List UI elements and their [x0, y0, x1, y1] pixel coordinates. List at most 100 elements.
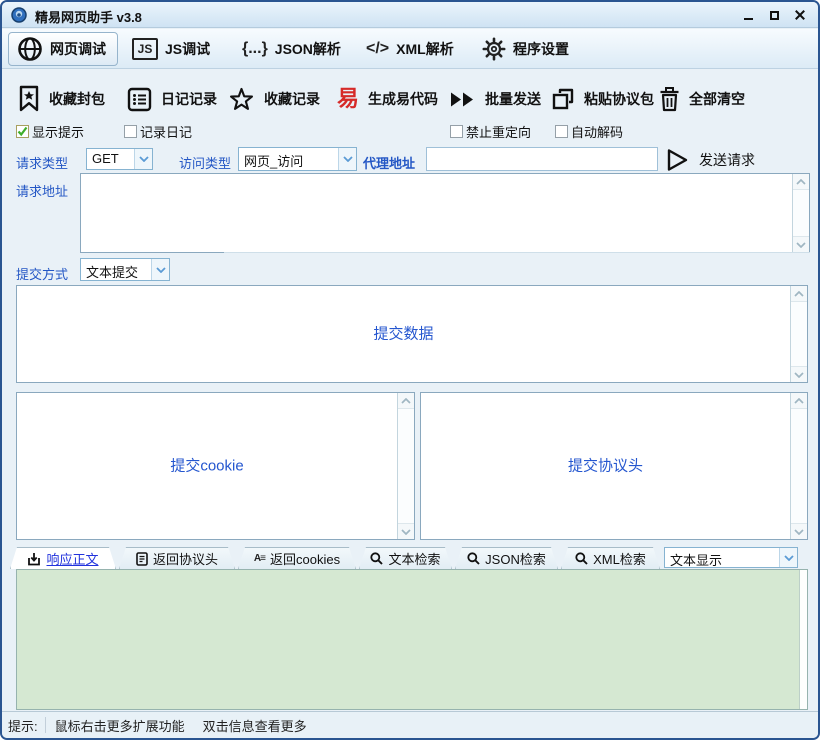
access-type-select[interactable]: 网页_访问	[238, 147, 357, 171]
xml-code-icon: </>	[366, 40, 389, 58]
result-tab-label: JSON检索	[485, 549, 546, 568]
search-icon	[370, 552, 383, 565]
scroll-down-icon[interactable]	[398, 523, 414, 539]
tab-label: 程序设置	[513, 39, 569, 59]
tab-xml-search[interactable]: XML检索	[561, 547, 660, 569]
chevron-down-icon	[151, 259, 169, 280]
scrollbar[interactable]	[790, 286, 807, 382]
chevron-down-icon	[338, 148, 356, 170]
display-mode-select[interactable]: 文本显示	[664, 547, 798, 568]
result-tab-label: XML检索	[593, 549, 646, 568]
tab-label: XML解析	[396, 39, 454, 59]
toolbar-label: 收藏封包	[49, 89, 105, 109]
statusbar: 提示: 鼠标右击更多扩展功能 双击信息查看更多	[2, 711, 818, 738]
tab-return-cookies[interactable]: A≡ 返回cookies	[238, 547, 356, 569]
submit-data-textarea[interactable]: 提交数据	[16, 285, 808, 383]
gear-icon	[482, 37, 506, 61]
submit-cookie-textarea[interactable]: 提交cookie	[16, 392, 415, 540]
favorite-record-button[interactable]: 收藏记录	[228, 82, 320, 116]
trash-icon	[659, 86, 680, 112]
status-divider	[45, 717, 46, 733]
maximize-icon[interactable]	[766, 9, 782, 22]
scrollbar[interactable]	[790, 393, 807, 539]
easy-language-icon: 易	[337, 88, 359, 110]
checkbox-unchecked-icon	[124, 125, 137, 138]
submit-cookie-watermark: 提交cookie	[17, 454, 397, 475]
star-icon	[228, 86, 255, 112]
tab-xml-parse[interactable]: </> XML解析	[358, 32, 462, 66]
request-type-select[interactable]: GET	[86, 148, 153, 170]
scroll-down-icon[interactable]	[793, 236, 809, 252]
scroll-down-icon[interactable]	[791, 523, 807, 539]
status-prefix: 提示:	[8, 716, 38, 735]
search-icon	[467, 552, 480, 565]
close-icon[interactable]	[792, 9, 808, 22]
request-type-value: GET	[87, 149, 134, 169]
scroll-up-icon[interactable]	[398, 393, 414, 409]
tab-label: JS调试	[165, 39, 210, 59]
app-logo-icon	[11, 7, 27, 23]
diary-record-button[interactable]: 日记记录	[127, 82, 217, 116]
scroll-up-icon[interactable]	[793, 174, 809, 190]
tab-js-debug[interactable]: JS JS调试	[124, 32, 218, 66]
paste-protocol-button[interactable]: 粘贴协议包	[551, 82, 654, 116]
send-request-button[interactable]: 发送请求	[666, 148, 755, 172]
toolbar-label: 全部清空	[689, 89, 745, 109]
toolbar-label: 日记记录	[161, 89, 217, 109]
clear-all-button[interactable]: 全部清空	[659, 82, 745, 116]
scrollbar[interactable]	[799, 570, 807, 709]
paste-icon	[551, 87, 575, 111]
tab-settings[interactable]: 程序设置	[474, 32, 577, 66]
bookmark-star-icon	[18, 85, 40, 113]
text-lines-icon: A≡	[254, 553, 265, 564]
chevron-down-icon	[779, 548, 797, 567]
scroll-down-icon[interactable]	[791, 366, 807, 382]
checkbox-unchecked-icon	[450, 125, 463, 138]
result-tab-label: 响应正文	[46, 549, 98, 568]
play-icon	[666, 148, 689, 172]
checkbox-disable-redirect[interactable]: 禁止重定向	[450, 123, 531, 140]
search-icon	[575, 552, 588, 565]
checkbox-auto-decode[interactable]: 自动解码	[555, 123, 623, 140]
generate-easy-code-button[interactable]: 易 生成易代码	[337, 82, 438, 116]
document-icon	[136, 552, 148, 566]
response-body-area[interactable]	[16, 569, 808, 710]
scrollbar[interactable]	[792, 174, 809, 252]
checkbox-label: 显示提示	[32, 122, 84, 141]
submit-header-textarea[interactable]: 提交协议头	[420, 392, 808, 540]
toolbar-label: 收藏记录	[264, 89, 320, 109]
scrollbar[interactable]	[397, 393, 414, 539]
send-request-label: 发送请求	[699, 150, 755, 170]
checkbox-label: 记录日记	[140, 122, 192, 141]
status-hint-1: 鼠标右击更多扩展功能	[55, 716, 185, 735]
tab-web-debug[interactable]: 网页调试	[8, 32, 118, 66]
request-type-label: 请求类型	[16, 153, 68, 172]
minimize-icon[interactable]	[740, 9, 756, 22]
scroll-up-icon[interactable]	[791, 393, 807, 409]
request-address-textarea[interactable]	[80, 173, 810, 253]
nav-tabbar: 网页调试 JS JS调试 {...} JSON解析 </> XML解析	[2, 29, 818, 69]
scroll-up-icon[interactable]	[791, 286, 807, 302]
tab-json-parse[interactable]: {...} JSON解析	[234, 32, 349, 66]
checkbox-label: 禁止重定向	[466, 122, 531, 141]
list-icon	[127, 87, 152, 112]
submit-method-value: 文本提交	[81, 259, 151, 280]
proxy-address-input[interactable]	[426, 147, 658, 171]
submit-method-label: 提交方式	[16, 264, 68, 283]
js-icon: JS	[132, 38, 158, 60]
tab-response-body[interactable]: 响应正文	[10, 547, 116, 569]
batch-send-button[interactable]: 批量发送	[450, 82, 541, 116]
access-type-label: 访问类型	[179, 153, 231, 172]
tab-return-headers[interactable]: 返回协议头	[119, 547, 235, 569]
tab-text-search[interactable]: 文本检索	[359, 547, 452, 569]
favorite-packet-button[interactable]: 收藏封包	[18, 82, 105, 116]
toolbar-label: 生成易代码	[368, 89, 438, 109]
checkbox-record-diary[interactable]: 记录日记	[124, 123, 192, 140]
toolbar-label: 粘贴协议包	[584, 89, 654, 109]
toolbar-label: 批量发送	[485, 89, 541, 109]
checkbox-show-tips[interactable]: 显示提示	[16, 123, 84, 140]
submit-data-watermark: 提交数据	[17, 322, 790, 343]
tab-json-search[interactable]: JSON检索	[455, 547, 558, 569]
submit-method-select[interactable]: 文本提交	[80, 258, 170, 281]
json-braces-icon: {...}	[242, 40, 268, 58]
